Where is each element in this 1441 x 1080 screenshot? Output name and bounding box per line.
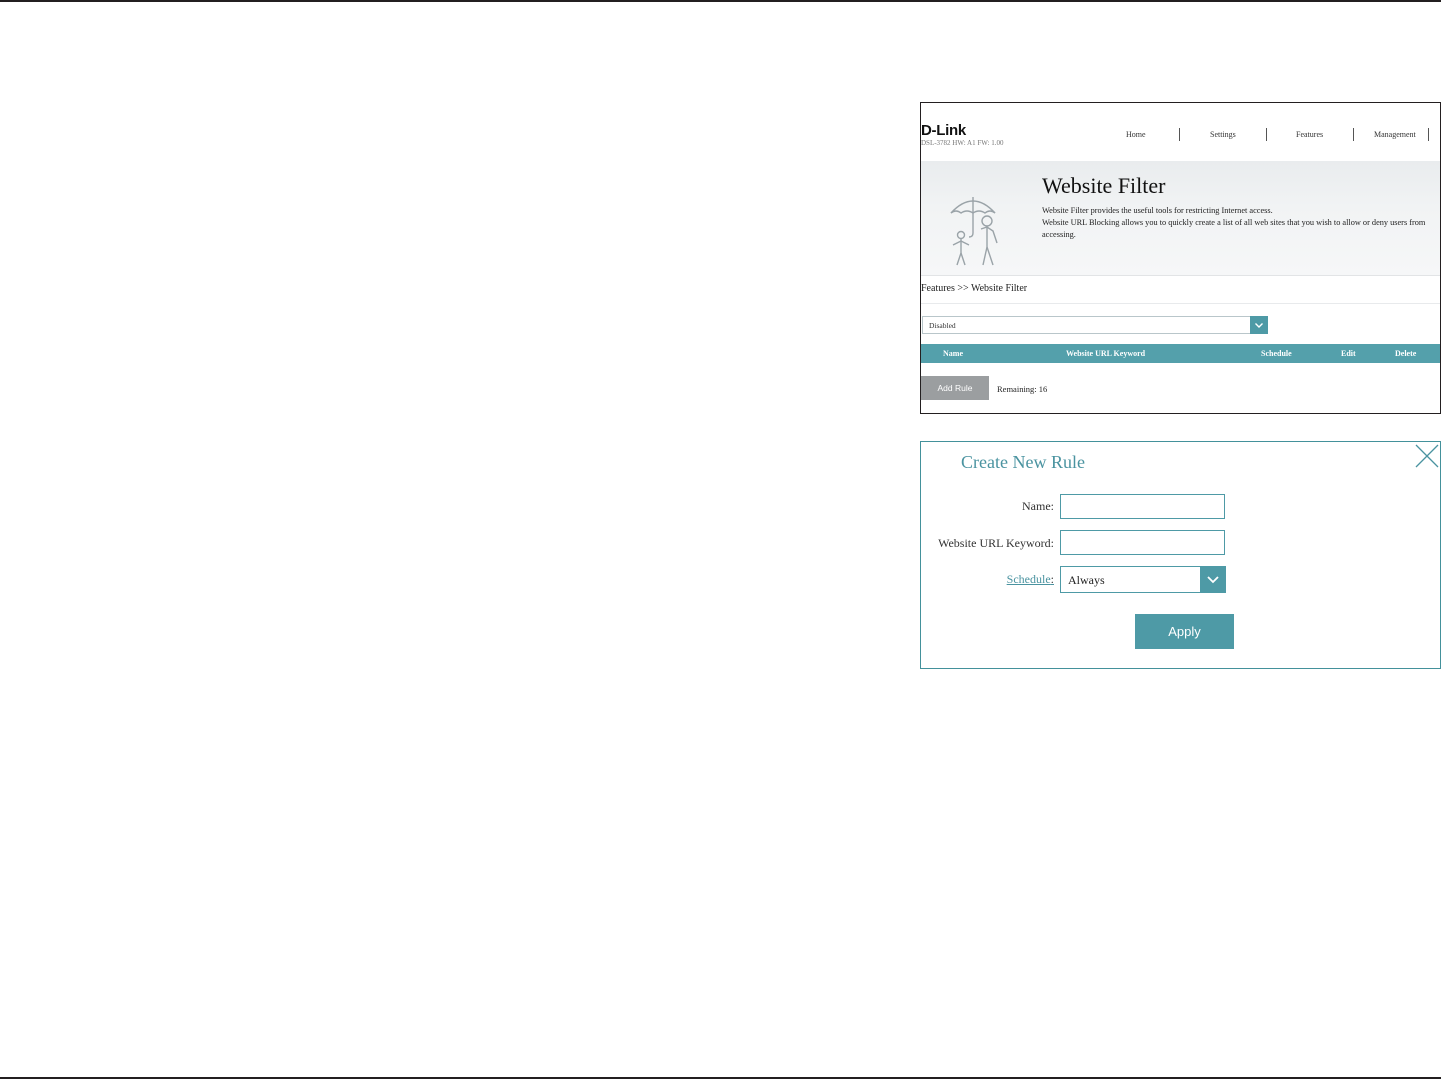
column-header-keyword: Website URL Keyword [1066, 349, 1146, 358]
chevron-down-icon[interactable] [1200, 566, 1226, 593]
page-top-rule [0, 0, 1441, 2]
name-input[interactable] [1060, 494, 1225, 519]
nav-home[interactable]: Home [1126, 130, 1146, 139]
nav-features[interactable]: Features [1296, 130, 1323, 139]
device-info: DSL-3782 HW: A1 FW: 1.00 [921, 139, 1004, 147]
column-header-edit: Edit [1341, 349, 1356, 358]
chevron-down-icon[interactable] [1250, 316, 1268, 334]
divider [921, 303, 1440, 304]
nav-separator [1428, 128, 1429, 141]
page-title: Website Filter [1042, 173, 1166, 198]
nav-separator [1266, 128, 1267, 141]
name-label: Name: [1022, 499, 1054, 513]
add-rule-button[interactable]: Add Rule [921, 376, 989, 400]
nav-settings[interactable]: Settings [1210, 130, 1236, 139]
column-header-name: Name [943, 349, 963, 358]
filter-mode-select[interactable]: Disabled [922, 316, 1268, 334]
rules-table-header: Name Website URL Keyword Schedule Edit D… [921, 344, 1440, 363]
page-description: Website Filter provides the useful tools… [1042, 205, 1438, 241]
create-rule-dialog: Create New Rule Name: Website URL Keywor… [920, 441, 1441, 669]
family-umbrella-icon [950, 197, 998, 266]
keyword-input[interactable] [1060, 530, 1225, 555]
breadcrumb: Features >> Website Filter [921, 283, 1028, 294]
description-line-2: Website URL Blocking allows you to quick… [1042, 218, 1426, 239]
column-header-delete: Delete [1395, 349, 1417, 358]
column-header-schedule: Schedule [1261, 349, 1292, 358]
nav-management[interactable]: Management [1374, 130, 1416, 139]
schedule-link[interactable]: Schedule [1007, 572, 1051, 586]
schedule-label[interactable]: Schedule: [1007, 572, 1054, 587]
dialog-title: Create New Rule [961, 452, 1085, 472]
apply-button[interactable]: Apply [1135, 614, 1234, 649]
schedule-value: Always [1068, 573, 1105, 587]
schedule-colon: : [1050, 572, 1054, 586]
nav-separator [1353, 128, 1354, 141]
page-bottom-rule [0, 1077, 1441, 1079]
close-icon[interactable] [1415, 444, 1439, 468]
description-line-1: Website Filter provides the useful tools… [1042, 206, 1273, 215]
schedule-select[interactable]: Always [1060, 566, 1226, 593]
keyword-label: Website URL Keyword: [938, 536, 1054, 550]
remaining-count: Remaining: 16 [997, 384, 1048, 394]
nav-separator [1179, 128, 1180, 141]
top-bar: D-Link DSL-3782 HW: A1 FW: 1.00 Home Set… [921, 103, 1440, 161]
website-filter-screenshot: D-Link DSL-3782 HW: A1 FW: 1.00 Home Set… [920, 102, 1441, 414]
filter-mode-value: Disabled [929, 321, 956, 330]
dlink-logo: D-Link [921, 122, 966, 139]
